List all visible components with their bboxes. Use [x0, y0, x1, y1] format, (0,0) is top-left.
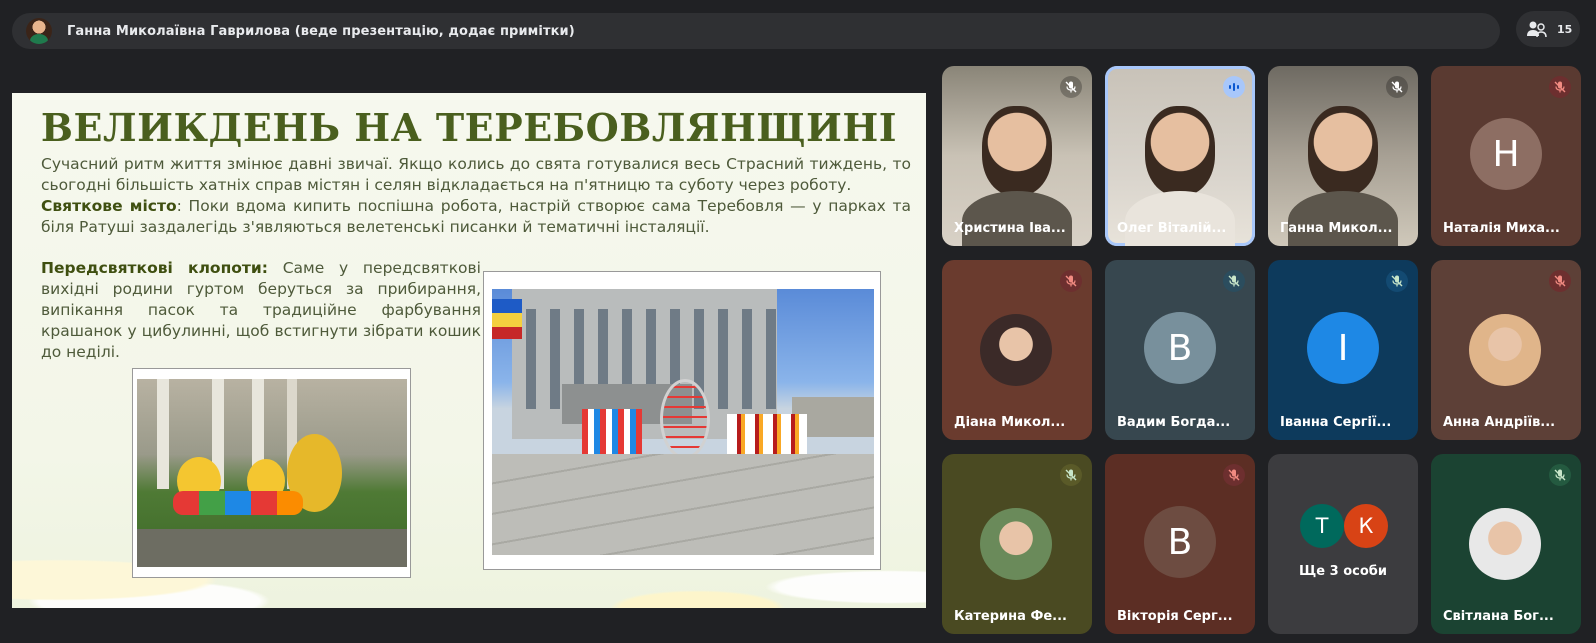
participant-avatar: В — [1144, 506, 1216, 578]
participant-name: Ганна Микол... — [1280, 221, 1393, 236]
participant-name: Анна Андріїв... — [1443, 415, 1556, 430]
mic-muted-icon — [1060, 76, 1082, 98]
participant-video — [982, 106, 1052, 196]
participant-name: Іванна Сергії... — [1280, 415, 1392, 430]
participant-name: Христина Іва... — [954, 221, 1066, 236]
participant-tile[interactable]: Н Наталія Миха... — [1431, 66, 1581, 246]
participant-shirt — [1125, 191, 1235, 246]
participant-tile[interactable]: Діана Микол... — [942, 260, 1092, 440]
people-icon — [1526, 18, 1548, 40]
mic-muted-icon — [1549, 464, 1571, 486]
participant-shirt — [1288, 191, 1398, 246]
participants-button[interactable]: 15 — [1516, 11, 1580, 47]
participant-avatar — [980, 508, 1052, 580]
mic-muted-icon — [1223, 270, 1245, 292]
participant-tile[interactable]: В Вікторія Серг... — [1105, 454, 1255, 634]
participant-tile[interactable]: Т К Ще 3 особи — [1268, 454, 1418, 634]
participant-tile[interactable]: Ганна Микол... — [1268, 66, 1418, 246]
presenter-avatar — [26, 18, 52, 44]
participant-avatar: К — [1344, 504, 1388, 548]
participant-video — [1308, 106, 1378, 196]
participant-name: Ще 3 особи — [1299, 564, 1387, 579]
mic-muted-icon — [1223, 464, 1245, 486]
participant-tile[interactable]: Катерина Фе... — [942, 454, 1092, 634]
participant-count: 15 — [1557, 22, 1573, 36]
participant-name: Наталія Миха... — [1443, 221, 1560, 236]
slide-photo-frame-1 — [132, 368, 411, 578]
participant-name: Світлана Бог... — [1443, 609, 1554, 624]
participant-avatar — [1469, 508, 1541, 580]
presentation-slide: ВЕЛИКДЕНЬ НА ТЕРЕБОВЛЯНЩИНІ Сучасний рит… — [12, 93, 926, 608]
participant-video — [1145, 106, 1215, 196]
speaking-indicator-icon — [1223, 76, 1245, 98]
participant-name: Вікторія Серг... — [1117, 609, 1233, 624]
mic-muted-icon — [1549, 270, 1571, 292]
participant-avatar: Н — [1470, 118, 1542, 190]
slide-intro-text: Сучасний ритм життя змінює давні звичаї.… — [41, 154, 911, 238]
slide-photo-frame-2 — [483, 271, 881, 570]
participant-tile[interactable]: І Іванна Сергії... — [1268, 260, 1418, 440]
participant-avatar: Т — [1300, 504, 1344, 548]
participant-avatar — [980, 314, 1052, 386]
participant-avatar: І — [1307, 312, 1379, 384]
participant-tile[interactable]: Олег Віталій... — [1105, 66, 1255, 246]
mic-muted-icon — [1060, 464, 1082, 486]
slide-para-3-heading: Передсвяткові клопоти: — [41, 259, 268, 277]
mic-muted-icon — [1549, 76, 1571, 98]
participant-name: Діана Микол... — [954, 415, 1066, 430]
participant-tile[interactable]: В Вадим Богда... — [1105, 260, 1255, 440]
participant-avatar: В — [1144, 312, 1216, 384]
participant-avatar — [1469, 314, 1541, 386]
participant-shirt — [962, 191, 1072, 246]
participant-name: Олег Віталій... — [1117, 221, 1227, 236]
presenter-bar[interactable]: Ганна Миколаївна Гаврилова (веде презент… — [12, 13, 1500, 49]
slide-photo-town-square — [492, 289, 874, 555]
mic-muted-icon — [1386, 76, 1408, 98]
mic-muted-icon — [1060, 270, 1082, 292]
participant-name: Вадим Богда... — [1117, 415, 1231, 430]
slide-title: ВЕЛИКДЕНЬ НА ТЕРЕБОВЛЯНЩИНІ — [40, 105, 898, 150]
slide-para-2-heading: Святкове місто — [41, 197, 177, 215]
mic-muted-icon — [1386, 270, 1408, 292]
participant-tile[interactable]: Анна Андріїв... — [1431, 260, 1581, 440]
slide-para-1: Сучасний ритм життя змінює давні звичаї.… — [41, 155, 911, 194]
slide-photo-easter-chicks — [137, 379, 407, 567]
participant-tile[interactable]: Христина Іва... — [942, 66, 1092, 246]
presenter-name: Ганна Миколаївна Гаврилова (веде презент… — [67, 23, 575, 39]
participant-name: Катерина Фе... — [954, 609, 1067, 624]
slide-column-text: Передсвяткові клопоти: Саме у передсвятк… — [41, 258, 481, 363]
participant-tile[interactable]: Світлана Бог... — [1431, 454, 1581, 634]
